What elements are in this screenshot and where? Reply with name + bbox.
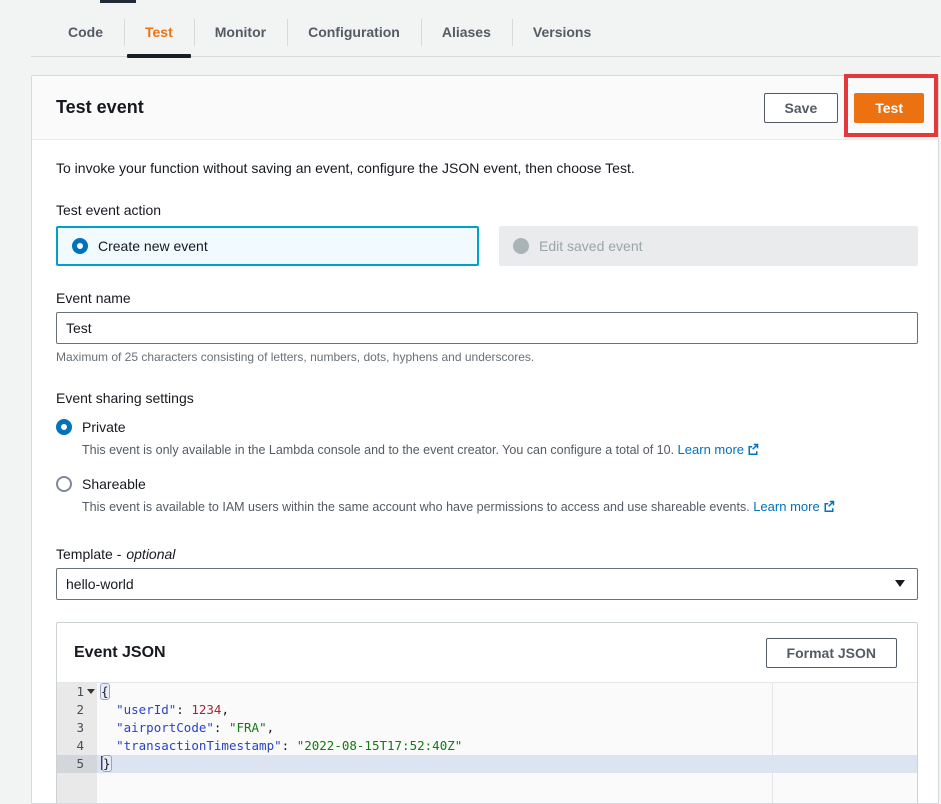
format-json-button[interactable]: Format JSON — [766, 638, 897, 668]
shareable-label: Shareable — [82, 476, 146, 492]
code-line[interactable]: "transactionTimestamp": "2022-08-15T17:5… — [97, 737, 917, 755]
learn-more-label: Learn more — [753, 499, 819, 514]
panel-content: To invoke your function without saving a… — [32, 140, 938, 804]
chevron-down-icon — [895, 580, 905, 587]
line-number: 2 — [57, 701, 97, 719]
header-actions: Save Test — [764, 93, 924, 123]
line-number: 5 — [57, 755, 97, 773]
code-line[interactable]: } — [97, 755, 917, 773]
test-button[interactable]: Test — [854, 93, 924, 123]
tab-monitor[interactable]: Monitor — [194, 8, 287, 56]
code-row: 1 { — [57, 683, 917, 701]
learn-more-label: Learn more — [678, 442, 744, 457]
line-number-text: 1 — [76, 683, 84, 701]
test-event-panel: Test event Save Test To invoke your func… — [31, 75, 939, 804]
create-new-event-option[interactable]: Create new event — [56, 226, 479, 266]
panel-header: Test event Save Test — [32, 76, 938, 140]
open-brace: { — [101, 684, 109, 699]
event-name-input[interactable] — [56, 312, 918, 344]
close-brace: } — [103, 756, 111, 771]
code-line[interactable]: { — [97, 683, 917, 701]
event-json-container: Event JSON Format JSON 1 { 2 — [56, 622, 918, 804]
save-button[interactable]: Save — [764, 93, 839, 123]
tab-versions[interactable]: Versions — [512, 8, 612, 56]
event-name-help: Maximum of 25 characters consisting of l… — [56, 350, 918, 364]
edit-saved-event-label: Edit saved event — [539, 238, 643, 254]
private-radio-icon[interactable] — [56, 419, 72, 435]
shareable-radio-row[interactable]: Shareable — [56, 476, 918, 492]
template-optional-text: optional — [126, 546, 175, 562]
private-learn-more-link[interactable]: Learn more — [678, 442, 759, 457]
json-string-value: "FRA" — [229, 720, 267, 735]
line-number: 3 — [57, 719, 97, 737]
json-number-value: 1234 — [191, 702, 221, 717]
shareable-description-text: This event is available to IAM users wit… — [82, 500, 750, 514]
shareable-radio-icon[interactable] — [56, 476, 72, 492]
radio-disabled-icon — [513, 238, 529, 254]
code-line[interactable]: "airportCode": "FRA", — [97, 719, 917, 737]
line-number-text: 4 — [76, 737, 84, 755]
line-number-text: 5 — [76, 755, 84, 773]
test-event-action-group: Create new event Edit saved event — [56, 226, 918, 266]
create-new-event-label: Create new event — [98, 238, 208, 254]
intro-text: To invoke your function without saving a… — [56, 160, 918, 176]
line-number: 1 — [57, 683, 97, 701]
shareable-learn-more-link[interactable]: Learn more — [753, 499, 834, 514]
code-line[interactable]: "userId": 1234, — [97, 701, 917, 719]
tab-test[interactable]: Test — [124, 8, 194, 56]
json-code-editor[interactable]: 1 { 2 "userId": 1234, 3 "airportCode — [57, 682, 917, 804]
event-json-title: Event JSON — [74, 644, 166, 662]
line-number-text: 3 — [76, 719, 84, 737]
line-number-text: 2 — [76, 701, 84, 719]
private-radio-row[interactable]: Private — [56, 419, 918, 435]
page-title: Test event — [56, 97, 144, 118]
template-label-text: Template - — [56, 546, 121, 562]
radio-selected-icon[interactable] — [72, 238, 88, 254]
external-link-icon — [747, 442, 759, 461]
json-key: "airportCode" — [116, 720, 214, 735]
code-row: 2 "userId": 1234, — [57, 701, 917, 719]
edit-saved-event-option[interactable]: Edit saved event — [499, 226, 918, 266]
code-row-active: 5 } — [57, 755, 917, 773]
template-label: Template - optional — [56, 546, 918, 562]
test-event-action-label: Test event action — [56, 202, 918, 218]
tab-code[interactable]: Code — [47, 8, 124, 56]
json-key: "transactionTimestamp" — [116, 738, 282, 753]
external-link-icon — [823, 499, 835, 518]
event-json-header: Event JSON Format JSON — [57, 623, 917, 682]
template-select-value: hello-world — [66, 576, 134, 592]
line-number: 4 — [57, 737, 97, 755]
template-select[interactable]: hello-world — [56, 568, 918, 600]
event-json-actions: Format JSON — [766, 638, 897, 668]
event-name-label: Event name — [56, 290, 918, 306]
private-description-text: This event is only available in the Lamb… — [82, 443, 674, 457]
tab-aliases[interactable]: Aliases — [421, 8, 512, 56]
code-row: 3 "airportCode": "FRA", — [57, 719, 917, 737]
json-string-value: "2022-08-15T17:52:40Z" — [297, 738, 463, 753]
function-tabs: Code Test Monitor Configuration Aliases … — [31, 8, 940, 57]
tab-configuration[interactable]: Configuration — [287, 8, 421, 56]
code-row: 4 "transactionTimestamp": "2022-08-15T17… — [57, 737, 917, 755]
shareable-description: This event is available to IAM users wit… — [82, 498, 918, 518]
private-label: Private — [82, 419, 126, 435]
private-description: This event is only available in the Lamb… — [82, 441, 918, 461]
event-sharing-label: Event sharing settings — [56, 390, 918, 406]
top-edge-artifact — [100, 0, 136, 3]
fold-toggle-icon[interactable] — [87, 689, 95, 694]
json-key: "userId" — [116, 702, 176, 717]
